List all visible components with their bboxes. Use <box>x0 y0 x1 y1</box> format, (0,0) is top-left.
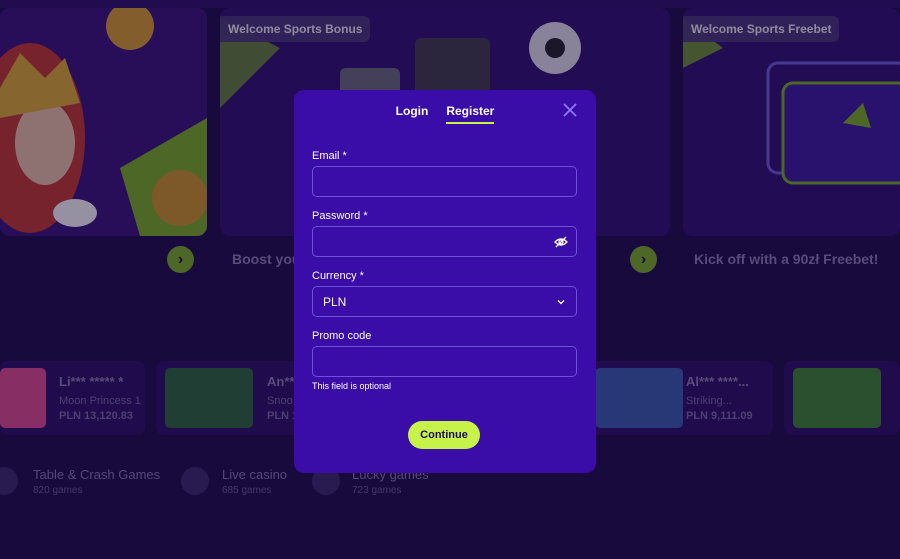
password-label: Password * <box>312 210 368 222</box>
eye-off-icon[interactable] <box>554 235 568 249</box>
promo-code-hint: This field is optional <box>312 381 392 391</box>
tab-login[interactable]: Login <box>396 104 429 124</box>
email-label: Email * <box>312 150 347 162</box>
promo-code-field[interactable] <box>312 346 577 377</box>
currency-select[interactable]: PLN <box>312 286 577 317</box>
continue-button[interactable]: Continue <box>408 421 480 449</box>
promo-code-label: Promo code <box>312 330 372 342</box>
auth-modal: Login Register Email * Password * Curren… <box>294 90 596 473</box>
password-field[interactable] <box>312 226 577 257</box>
chevron-down-icon <box>557 299 565 304</box>
close-icon[interactable] <box>562 102 578 118</box>
email-field[interactable] <box>312 166 577 197</box>
auth-tabs: Login Register <box>294 104 596 124</box>
currency-label: Currency * <box>312 270 364 282</box>
tab-register[interactable]: Register <box>446 104 495 124</box>
currency-value: PLN <box>323 294 347 309</box>
